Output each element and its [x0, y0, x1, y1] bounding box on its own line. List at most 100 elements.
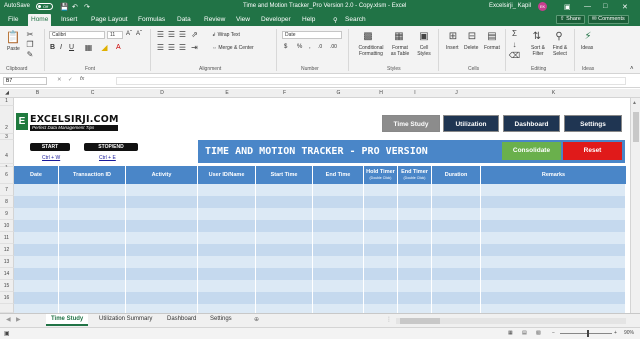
- table-cell[interactable]: [198, 292, 256, 304]
- fx-icon[interactable]: fx: [80, 76, 84, 82]
- hscroll-thumb[interactable]: [400, 318, 440, 324]
- table-cell[interactable]: [256, 232, 313, 244]
- autosum-icon[interactable]: Σ: [510, 29, 519, 38]
- shrink-font-icon[interactable]: Aˇ: [136, 31, 142, 37]
- decrease-decimal-icon[interactable]: .00: [330, 44, 337, 50]
- underline-icon[interactable]: U: [69, 44, 74, 51]
- table-cell[interactable]: [256, 244, 313, 256]
- table-cell[interactable]: [126, 244, 198, 256]
- row-number[interactable]: 12: [0, 244, 14, 256]
- name-box[interactable]: B7: [3, 77, 47, 85]
- sheet-tab-time-study[interactable]: Time Study: [46, 314, 89, 326]
- close-icon[interactable]: ✕: [622, 3, 628, 11]
- table-cell[interactable]: [59, 280, 126, 292]
- tab-insert[interactable]: Insert: [61, 16, 77, 23]
- wrap-text-button[interactable]: ↲ Wrap Text: [212, 32, 240, 38]
- table-cell[interactable]: [398, 196, 432, 208]
- table-cell[interactable]: [481, 220, 626, 232]
- consolidate-button[interactable]: Consolidate: [502, 142, 561, 160]
- percent-icon[interactable]: %: [297, 44, 302, 50]
- macro-record-icon[interactable]: ▣: [4, 330, 10, 337]
- table-cell[interactable]: [198, 256, 256, 268]
- row-number[interactable]: 9: [0, 208, 14, 220]
- find-select-icon[interactable]: ⚲: [553, 30, 565, 42]
- borders-icon[interactable]: ▦: [84, 43, 93, 52]
- table-cell[interactable]: [59, 268, 126, 280]
- zoom-slider-thumb[interactable]: [587, 330, 589, 337]
- formula-input[interactable]: [116, 77, 626, 85]
- tab-help[interactable]: Help: [302, 16, 315, 23]
- zoom-level[interactable]: 90%: [624, 330, 634, 336]
- table-cell[interactable]: [256, 184, 313, 196]
- search-box[interactable]: Search: [345, 16, 366, 23]
- table-cell[interactable]: [198, 208, 256, 220]
- table-cell[interactable]: [14, 196, 59, 208]
- row-number[interactable]: [0, 304, 14, 313]
- table-cell[interactable]: [59, 304, 126, 313]
- minimize-icon[interactable]: —: [584, 3, 591, 10]
- table-cell[interactable]: [14, 280, 59, 292]
- ribbon-display-icon[interactable]: ▣: [564, 3, 571, 11]
- row-number[interactable]: 15: [0, 280, 14, 292]
- fill-color-icon[interactable]: ◢: [100, 43, 109, 52]
- conditional-formatting-label[interactable]: Conditional Formatting: [355, 45, 387, 57]
- find-select-label[interactable]: Find & Select: [549, 45, 571, 57]
- tab-view[interactable]: View: [236, 16, 250, 23]
- collapse-ribbon-icon[interactable]: ˄: [630, 66, 634, 72]
- table-cell[interactable]: [432, 232, 481, 244]
- table-cell[interactable]: [198, 232, 256, 244]
- share-button[interactable]: ⇧ Share: [556, 15, 585, 24]
- cut-icon[interactable]: ✂: [26, 30, 34, 39]
- paste-icon[interactable]: 📋: [6, 30, 21, 44]
- row-number[interactable]: 4: [0, 140, 14, 164]
- table-cell[interactable]: [364, 184, 398, 196]
- tab-file[interactable]: File: [8, 16, 18, 23]
- table-cell[interactable]: [481, 208, 626, 220]
- table-cell[interactable]: [256, 280, 313, 292]
- table-cell[interactable]: [256, 268, 313, 280]
- table-cell[interactable]: [14, 208, 59, 220]
- table-cell[interactable]: [313, 208, 364, 220]
- redo-icon[interactable]: ↷: [84, 3, 90, 11]
- table-cell[interactable]: [313, 256, 364, 268]
- table-cell[interactable]: [432, 304, 481, 313]
- table-cell[interactable]: [313, 244, 364, 256]
- table-cell[interactable]: [481, 304, 626, 313]
- table-cell[interactable]: [432, 280, 481, 292]
- insert-cells-label[interactable]: Insert: [446, 45, 459, 51]
- align-middle-icon[interactable]: ☰: [167, 30, 176, 39]
- table-cell[interactable]: [59, 220, 126, 232]
- insert-cells-icon[interactable]: ⊞: [447, 30, 459, 42]
- table-cell[interactable]: [14, 256, 59, 268]
- merge-center-button[interactable]: ⇔ Merge & Center: [212, 45, 254, 51]
- zoom-in-icon[interactable]: +: [614, 330, 617, 336]
- font-size-select[interactable]: 11: [107, 31, 123, 39]
- start-button[interactable]: START: [30, 143, 70, 151]
- table-cell[interactable]: [14, 184, 59, 196]
- scroll-up-icon[interactable]: ▲: [632, 100, 637, 106]
- table-cell[interactable]: [432, 256, 481, 268]
- maximize-icon[interactable]: □: [603, 3, 607, 10]
- table-cell[interactable]: [432, 208, 481, 220]
- fill-icon[interactable]: ↓: [510, 40, 519, 49]
- row-number[interactable]: 11: [0, 232, 14, 244]
- table-cell[interactable]: [126, 208, 198, 220]
- number-format-select[interactable]: Date: [282, 31, 342, 39]
- indent-icon[interactable]: ⇥: [190, 43, 199, 52]
- sheet-tab-utilization-summary[interactable]: Utilization Summary: [99, 316, 152, 322]
- normal-view-icon[interactable]: ▦: [508, 330, 513, 336]
- format-painter-icon[interactable]: ✎: [26, 50, 34, 59]
- table-cell[interactable]: [14, 292, 59, 304]
- table-cell[interactable]: [364, 268, 398, 280]
- table-cell[interactable]: [126, 280, 198, 292]
- ideas-button-label[interactable]: Ideas: [581, 45, 593, 51]
- table-cell[interactable]: [126, 220, 198, 232]
- row-number[interactable]: 10: [0, 220, 14, 232]
- tab-developer[interactable]: Developer: [261, 16, 291, 23]
- table-cell[interactable]: [432, 184, 481, 196]
- align-center-icon[interactable]: ☰: [167, 43, 176, 52]
- column-header-e[interactable]: E: [198, 90, 256, 96]
- table-cell[interactable]: [256, 256, 313, 268]
- paste-label[interactable]: Paste: [7, 46, 20, 52]
- cell-styles-label[interactable]: Cell Styles: [415, 45, 433, 57]
